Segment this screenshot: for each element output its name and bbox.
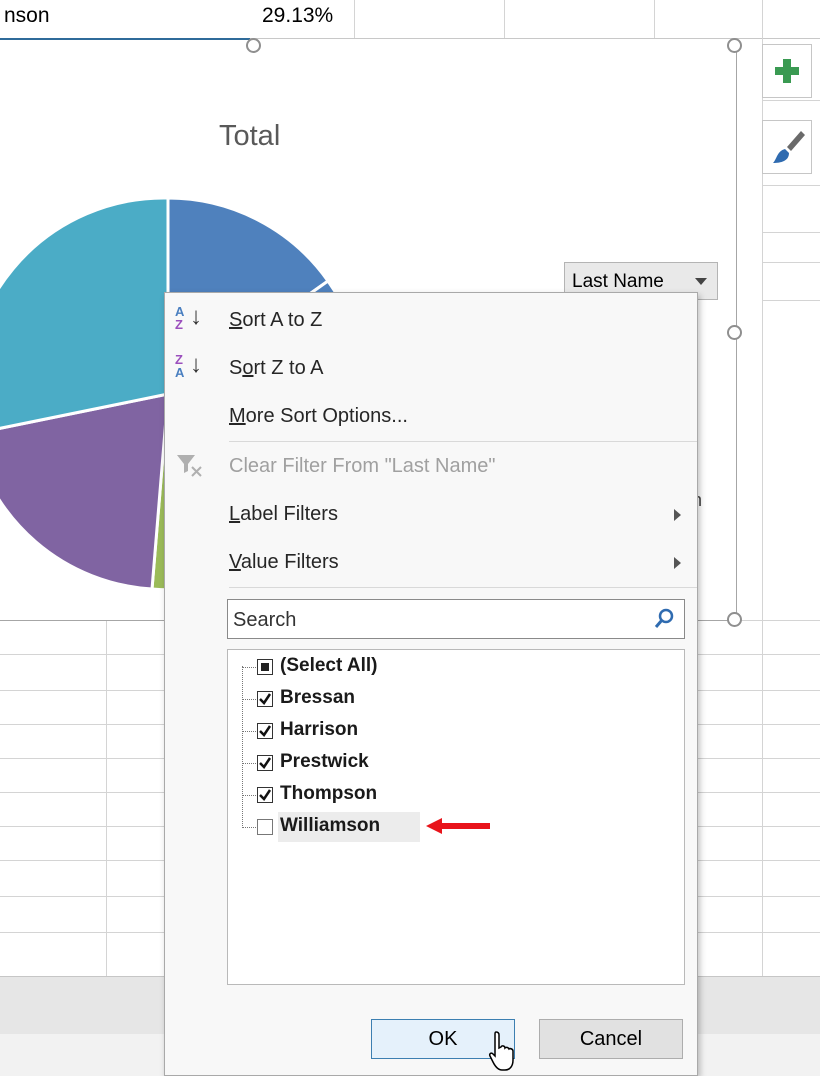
resize-handle-top-right[interactable] xyxy=(727,38,742,53)
row-divider xyxy=(762,185,820,186)
value-filters-accel: V xyxy=(229,551,241,573)
checkbox-checked[interactable] xyxy=(257,787,273,803)
list-item-label: Harrison xyxy=(280,719,359,740)
sort-ascending-icon: A Z ↓ xyxy=(175,305,205,337)
clear-filter-item: Clear Filter From "Last Name" xyxy=(165,445,697,489)
sort-za-accel: o xyxy=(242,357,254,379)
sort-descending-icon: Z A ↓ xyxy=(175,353,205,385)
tree-connector xyxy=(242,763,256,764)
sort-za-icon-bottom: A xyxy=(175,365,185,380)
tree-connector xyxy=(242,795,256,796)
field-button-label: Last Name xyxy=(572,271,664,292)
row-divider xyxy=(762,262,820,263)
sort-az-accel: S xyxy=(229,309,243,331)
label-filters-item[interactable]: Label Filters xyxy=(165,493,697,537)
column-divider xyxy=(354,0,355,38)
tree-connector xyxy=(242,699,256,700)
checkmark-icon xyxy=(259,757,272,769)
sort-z-to-a-label: Sort Z to A xyxy=(229,357,324,380)
checkbox-checked[interactable] xyxy=(257,755,273,771)
value-filters-item[interactable]: Value Filters xyxy=(165,541,697,585)
column-divider xyxy=(504,0,505,38)
label-filters-label: Label Filters xyxy=(229,503,338,526)
list-item-label: (Select All) xyxy=(280,655,378,676)
submenu-arrow-icon xyxy=(674,509,681,521)
list-item[interactable]: Thompson xyxy=(228,780,684,810)
chevron-down-icon xyxy=(695,278,707,285)
list-item[interactable]: Bressan xyxy=(228,684,684,714)
list-item-label: Thompson xyxy=(280,783,378,804)
search-placeholder: Search xyxy=(233,609,297,631)
checkbox-unchecked[interactable] xyxy=(257,819,273,835)
list-item-label: Williamson xyxy=(280,815,381,836)
cell-underline xyxy=(0,38,250,40)
resize-handle-right[interactable] xyxy=(727,325,742,340)
value-filters-rest: alue Filters xyxy=(240,551,339,573)
search-icon[interactable] xyxy=(652,607,676,631)
chart-elements-button[interactable] xyxy=(762,44,812,98)
mouse-cursor-icon xyxy=(489,1031,514,1071)
cancel-button[interactable]: Cancel xyxy=(539,1019,683,1059)
percent-cell[interactable]: 29.13% xyxy=(262,4,333,28)
value-filters-label: Value Filters xyxy=(229,551,339,574)
tree-connector xyxy=(242,827,256,828)
menu-separator xyxy=(229,587,697,588)
clear-filter-icon xyxy=(177,455,202,477)
label-filters-accel: L xyxy=(229,503,241,525)
sort-a-to-z-label: Sort A to Z xyxy=(229,309,322,332)
more-sort-rest: ore Sort Options... xyxy=(245,405,408,427)
list-item-label: Bressan xyxy=(280,687,355,708)
red-arrow-icon xyxy=(426,818,490,834)
filter-dropdown-menu: A Z ↓ Sort A to Z Z A ↓ Sort Z to A More… xyxy=(164,292,698,1076)
search-input[interactable]: Search xyxy=(227,599,685,639)
list-item[interactable]: (Select All) xyxy=(228,652,684,682)
row-divider xyxy=(762,232,820,233)
resize-handle-bottom-right[interactable] xyxy=(727,612,742,627)
list-item[interactable]: Prestwick xyxy=(228,748,684,778)
tree-connector xyxy=(242,731,256,732)
checkmark-icon xyxy=(259,789,272,801)
down-arrow-glyph: ↓ xyxy=(190,303,202,330)
checkbox-checked[interactable] xyxy=(257,723,273,739)
menu-separator xyxy=(229,441,697,442)
more-sort-options-label: More Sort Options... xyxy=(229,405,408,428)
sort-a-to-z-item[interactable]: A Z ↓ Sort A to Z xyxy=(165,299,697,343)
row-divider xyxy=(762,300,820,301)
down-arrow-glyph: ↓ xyxy=(190,351,202,378)
chart-title[interactable]: Total xyxy=(219,120,280,153)
checkbox-checked[interactable] xyxy=(257,691,273,707)
sort-az-icon-bottom: Z xyxy=(175,317,183,332)
checkmark-icon xyxy=(259,725,272,737)
list-item[interactable]: Harrison xyxy=(228,716,684,746)
indeterminate-mark xyxy=(261,663,269,671)
chart-styles-button[interactable] xyxy=(762,120,812,174)
column-divider xyxy=(654,0,655,38)
sort-za-rest: rt Z to A xyxy=(253,357,324,379)
pie-slice-teal[interactable] xyxy=(0,196,170,434)
sort-z-to-a-item[interactable]: Z A ↓ Sort Z to A xyxy=(165,347,697,391)
checkmark-icon xyxy=(259,693,272,705)
select-all-checkbox[interactable] xyxy=(257,659,273,675)
sort-az-rest: ort A to Z xyxy=(242,309,323,331)
column-divider xyxy=(106,620,107,976)
sort-za-prefix: S xyxy=(229,357,243,379)
resize-handle-top[interactable] xyxy=(246,38,261,53)
label-filters-rest: abel Filters xyxy=(240,503,338,525)
more-sort-accel: M xyxy=(229,405,246,427)
clear-filter-label: Clear Filter From "Last Name" xyxy=(229,455,496,477)
more-sort-options-item[interactable]: More Sort Options... xyxy=(165,395,697,439)
plus-icon xyxy=(775,59,799,83)
paintbrush-icon xyxy=(773,131,805,163)
name-cell[interactable]: nson xyxy=(4,4,50,28)
row-divider xyxy=(762,100,820,101)
list-item-label: Prestwick xyxy=(280,751,369,772)
submenu-arrow-icon xyxy=(674,557,681,569)
tree-connector xyxy=(242,667,256,668)
